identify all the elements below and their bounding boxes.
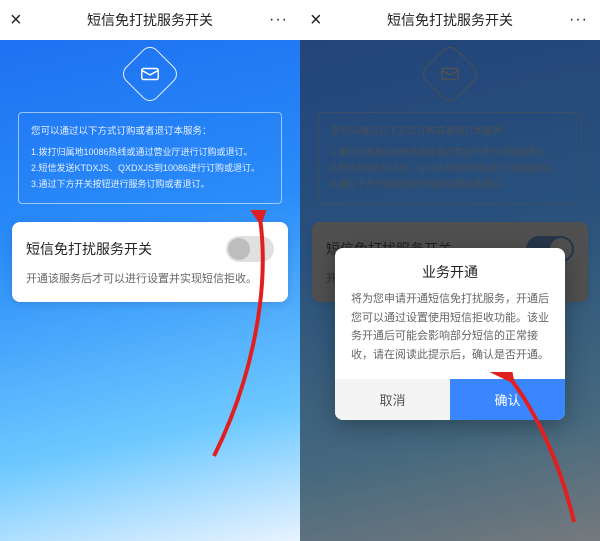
more-icon[interactable]: ··· <box>269 11 288 29</box>
info-line: 2.短信发送KTDXJS、QXDXJS到10086进行订购或退订。 <box>31 160 269 176</box>
service-card: 短信免打扰服务开关 开通该服务后才可以进行设置并实现短信拒收。 <box>12 222 288 302</box>
info-lead: 您可以通过以下方式订购或者退订本服务： <box>31 123 269 140</box>
close-icon[interactable]: × <box>10 10 22 30</box>
service-toggle[interactable] <box>226 236 274 262</box>
dialog-buttons: 取消 确认 <box>335 379 565 420</box>
confirm-dialog: 业务开通 将为您申请开通短信免打扰服务，开通后您可以通过设置使用短信拒收功能。该… <box>335 248 565 420</box>
page-title: 短信免打扰服务开关 <box>387 10 513 30</box>
page-title: 短信免打扰服务开关 <box>87 10 213 30</box>
mail-icon <box>119 43 181 105</box>
right-screen: × 短信免打扰服务开关 ··· 您可以通过以下方式订购或者退订本服务： 1.拨打… <box>300 0 600 541</box>
topbar: × 短信免打扰服务开关 ··· <box>300 0 600 40</box>
topbar: × 短信免打扰服务开关 ··· <box>0 0 300 40</box>
card-title: 短信免打扰服务开关 <box>26 239 152 259</box>
dialog-title: 业务开通 <box>335 248 565 290</box>
info-line: 3.通过下方开关按钮进行服务订购或者退订。 <box>31 176 269 192</box>
more-icon[interactable]: ··· <box>569 11 588 29</box>
hero: 您可以通过以下方式订购或者退订本服务： 1.拨打归属地10086热线或通过营业厅… <box>0 40 300 204</box>
close-icon[interactable]: × <box>310 10 322 30</box>
cancel-button[interactable]: 取消 <box>335 379 450 420</box>
confirm-button[interactable]: 确认 <box>450 379 565 420</box>
info-box: 您可以通过以下方式订购或者退订本服务： 1.拨打归属地10086热线或通过营业厅… <box>18 112 282 204</box>
dialog-body: 将为您申请开通短信免打扰服务，开通后您可以通过设置使用短信拒收功能。该业务开通后… <box>335 290 565 379</box>
card-desc: 开通该服务后才可以进行设置并实现短信拒收。 <box>26 270 274 286</box>
left-screen: × 短信免打扰服务开关 ··· 您可以通过以下方式订购或者退订本服务： 1.拨打… <box>0 0 300 541</box>
toggle-knob <box>228 238 250 260</box>
info-line: 1.拨打归属地10086热线或通过营业厅进行订购或退订。 <box>31 144 269 160</box>
